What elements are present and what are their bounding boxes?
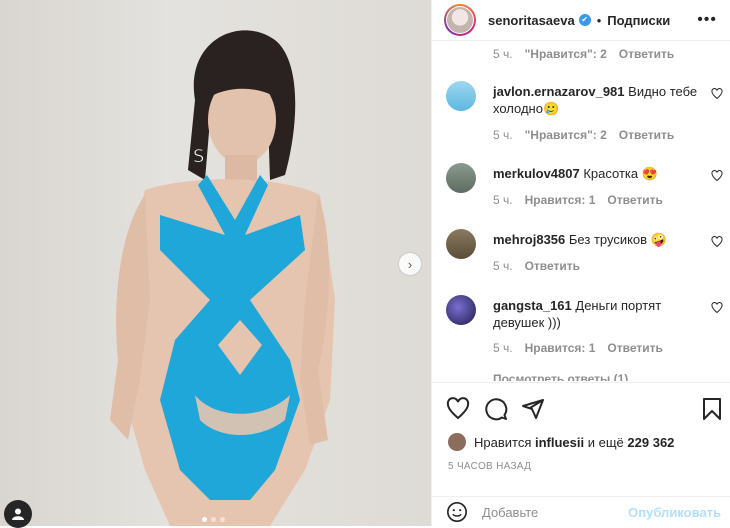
- commenter-username[interactable]: mehroj8356: [493, 232, 565, 247]
- post-timestamp[interactable]: 5 ЧАСОВ НАЗАД: [448, 461, 531, 472]
- liker-avatar[interactable]: [448, 433, 466, 451]
- commenter-username[interactable]: merkulov4807: [493, 166, 580, 181]
- commenter-avatar[interactable]: [446, 81, 476, 111]
- post-side-panel: senoritasaeva ✔ • Подписки ••• 5 ч. "Нра…: [431, 0, 730, 526]
- comment-text: gangsta_161 Деньги портят девушек ))): [493, 298, 662, 330]
- like-icon[interactable]: [446, 397, 470, 421]
- comment-text: mehroj8356 Без трусиков 🤪: [493, 232, 667, 247]
- next-slide-button[interactable]: ›: [399, 253, 421, 275]
- carousel-dots: [202, 517, 225, 522]
- reply-button[interactable]: Ответить: [607, 341, 662, 355]
- likes-count[interactable]: 229 362: [627, 435, 674, 450]
- liker-username[interactable]: influesii: [535, 435, 584, 450]
- svg-text:S: S: [193, 146, 204, 167]
- separator: •: [596, 12, 602, 28]
- save-icon[interactable]: [702, 397, 722, 421]
- reply-button[interactable]: Ответить: [607, 193, 662, 207]
- like-comment-icon[interactable]: [711, 302, 723, 314]
- publish-button[interactable]: Опубликовать: [628, 505, 721, 520]
- comments-list[interactable]: 5 ч. "Нравится": 2 Ответить javlon.ernaz…: [432, 41, 730, 381]
- comment-likes[interactable]: Нравится: 1: [525, 193, 596, 207]
- like-comment-icon[interactable]: [711, 170, 723, 182]
- comment-input[interactable]: Добавьте: [482, 505, 538, 520]
- comment-text: merkulov4807 Красотка 😍: [493, 166, 658, 181]
- comment-text: javlon.ernazarov_981 Видно тебе холодно🥲: [493, 84, 698, 116]
- carousel-dot: [220, 517, 225, 522]
- commenter-avatar[interactable]: [446, 163, 476, 193]
- likes-mid: и ещё: [587, 434, 624, 450]
- reply-button[interactable]: Ответить: [619, 47, 674, 61]
- comment-time: 5 ч.: [493, 193, 513, 207]
- user-icon: [12, 508, 24, 520]
- reply-button[interactable]: Ответить: [525, 259, 580, 273]
- author-username[interactable]: senoritasaeva: [488, 13, 575, 28]
- commenter-avatar[interactable]: [446, 229, 476, 259]
- author-avatar[interactable]: [444, 4, 476, 36]
- more-options-icon[interactable]: •••: [697, 11, 717, 29]
- comment-meta: 5 ч. "Нравится": 2 Ответить: [493, 47, 674, 61]
- comment-time: 5 ч.: [493, 341, 513, 355]
- photo-illustration: S: [110, 30, 335, 526]
- share-icon[interactable]: [521, 397, 545, 421]
- commenter-username[interactable]: gangsta_161: [493, 298, 572, 313]
- comment-meta: 5 ч. "Нравится": 2 Ответить: [493, 128, 674, 142]
- comment-item: mehroj8356 Без трусиков 🤪 5 ч. Ответить: [446, 229, 723, 279]
- post-header: senoritasaeva ✔ • Подписки •••: [432, 0, 730, 41]
- reply-button[interactable]: Ответить: [619, 128, 674, 142]
- comment-icon[interactable]: [484, 397, 508, 421]
- add-comment-bar: Добавьте Опубликовать: [432, 496, 730, 527]
- comment-time: 5 ч.: [493, 128, 513, 142]
- comment-time: 5 ч.: [493, 47, 513, 61]
- post-photo[interactable]: S: [0, 0, 431, 526]
- likes-summary[interactable]: Нравится influesii и ещё 229 362: [448, 433, 674, 451]
- comment-likes[interactable]: "Нравится": 2: [525, 47, 607, 61]
- commenter-avatar[interactable]: [446, 295, 476, 325]
- comment-item: gangsta_161 Деньги портят девушек ))) 5 …: [446, 295, 723, 365]
- carousel-dot: [202, 517, 207, 522]
- likes-prefix: Нравится: [474, 434, 532, 450]
- comment-meta: 5 ч. Нравится: 1 Ответить: [493, 341, 663, 355]
- comment-time: 5 ч.: [493, 259, 513, 273]
- verified-icon: ✔: [578, 14, 591, 26]
- tagged-user-icon[interactable]: [4, 500, 32, 528]
- commenter-username[interactable]: javlon.ernazarov_981: [493, 84, 625, 99]
- comment-likes[interactable]: "Нравится": 2: [525, 128, 607, 142]
- comment-item: javlon.ernazarov_981 Видно тебе холодно🥲…: [446, 81, 723, 151]
- post-actions: [432, 382, 730, 433]
- following-button[interactable]: Подписки: [607, 13, 670, 28]
- carousel-dot: [211, 517, 216, 522]
- like-comment-icon[interactable]: [711, 88, 723, 100]
- like-comment-icon[interactable]: [711, 236, 723, 248]
- comment-likes[interactable]: Нравится: 1: [525, 341, 596, 355]
- view-replies-link[interactable]: Посмотреть ответы (1): [493, 372, 628, 381]
- comment-meta: 5 ч. Нравится: 1 Ответить: [493, 193, 663, 207]
- emoji-icon[interactable]: [446, 501, 468, 523]
- view-replies-label[interactable]: Посмотреть ответы (1): [493, 372, 628, 381]
- comment-item: merkulov4807 Красотка 😍 5 ч. Нравится: 1…: [446, 163, 723, 213]
- comment-meta: 5 ч. Ответить: [493, 259, 580, 273]
